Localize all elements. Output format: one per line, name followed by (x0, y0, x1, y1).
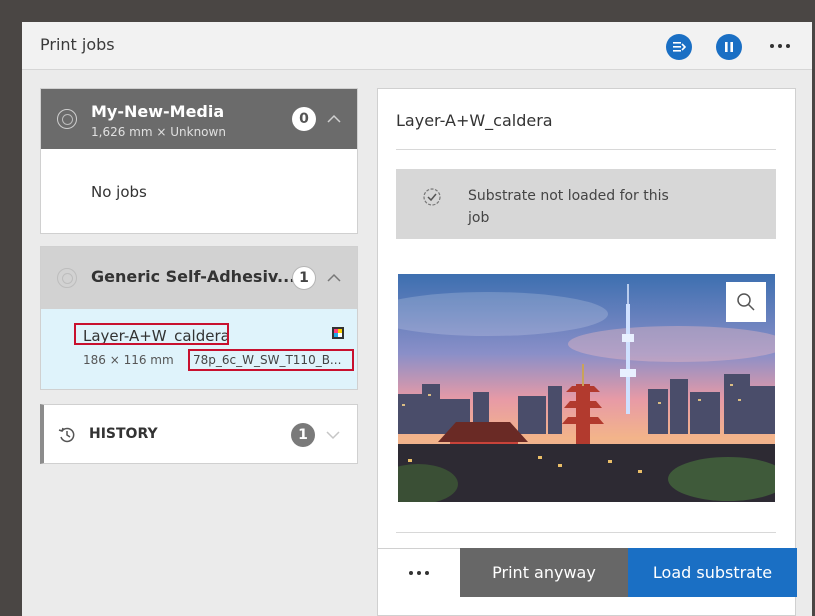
queue-card-generic-self-adhesive: Generic Self-Adhesiv... 1 Layer-A+W_cald… (40, 246, 358, 390)
dot-icon (417, 571, 421, 575)
highlight-box (74, 323, 229, 345)
action-bar: Print anyway Load substrate (378, 548, 797, 597)
detail-job-name: Layer-A+W_caldera (396, 111, 553, 130)
queue-list-button[interactable] (666, 34, 692, 60)
more-actions-button[interactable] (378, 548, 460, 597)
check-badge-icon (423, 188, 441, 206)
job-row[interactable]: Layer-A+W_caldera 186 × 116 mm 78p_6c_W_… (41, 309, 357, 389)
job-preview-image (398, 274, 775, 502)
magnifier-icon (737, 293, 755, 311)
queue-list-icon (673, 42, 686, 52)
divider (396, 149, 776, 150)
job-dimensions: 186 × 116 mm (83, 353, 174, 367)
chevron-up-icon[interactable] (327, 112, 341, 126)
substrate-warning: Substrate not loaded for this job (396, 169, 776, 239)
top-bar: Print jobs (22, 22, 812, 70)
chevron-up-icon[interactable] (327, 271, 341, 285)
warning-text: Substrate not loaded for this job (468, 188, 669, 226)
queue-name: My-New-Media (91, 102, 225, 121)
zoom-button[interactable] (726, 282, 766, 322)
history-count-badge: 1 (291, 423, 315, 447)
job-detail-panel: Layer-A+W_caldera Substrate not loaded f… (377, 88, 797, 616)
color-layers-icon (332, 327, 344, 339)
substrate-icon (57, 268, 77, 288)
divider (396, 532, 776, 533)
dot-icon (770, 44, 774, 48)
substrate-icon (57, 109, 77, 129)
dot-icon (786, 44, 790, 48)
print-anyway-button[interactable]: Print anyway (460, 548, 628, 597)
dot-icon (778, 44, 782, 48)
dot-icon (425, 571, 429, 575)
no-jobs-label: No jobs (91, 183, 147, 201)
queue-header[interactable]: My-New-Media 1,626 mm × Unknown 0 (41, 89, 357, 149)
load-substrate-button[interactable]: Load substrate (628, 548, 797, 597)
highlight-box (188, 349, 354, 371)
print-jobs-window: Print jobs My-New-Media 1,626 mm × Unkno… (22, 22, 812, 616)
city-skyline-image (398, 274, 775, 502)
more-options-button[interactable] (764, 32, 796, 60)
queue-card-my-new-media: My-New-Media 1,626 mm × Unknown 0 No job… (40, 88, 358, 234)
queue-name: Generic Self-Adhesiv... (91, 267, 296, 286)
queue-header[interactable]: Generic Self-Adhesiv... 1 (41, 247, 357, 309)
pause-button[interactable] (716, 34, 742, 60)
queue-count-badge: 0 (292, 107, 316, 131)
history-icon (58, 427, 75, 443)
page-title: Print jobs (40, 35, 115, 54)
pause-icon (725, 42, 733, 52)
history-label: HISTORY (89, 426, 158, 442)
chevron-down-icon[interactable] (326, 428, 340, 442)
history-section[interactable]: HISTORY 1 (40, 404, 358, 464)
queue-size: 1,626 mm × Unknown (91, 125, 226, 139)
dot-icon (409, 571, 413, 575)
queue-count-badge: 1 (292, 266, 316, 290)
